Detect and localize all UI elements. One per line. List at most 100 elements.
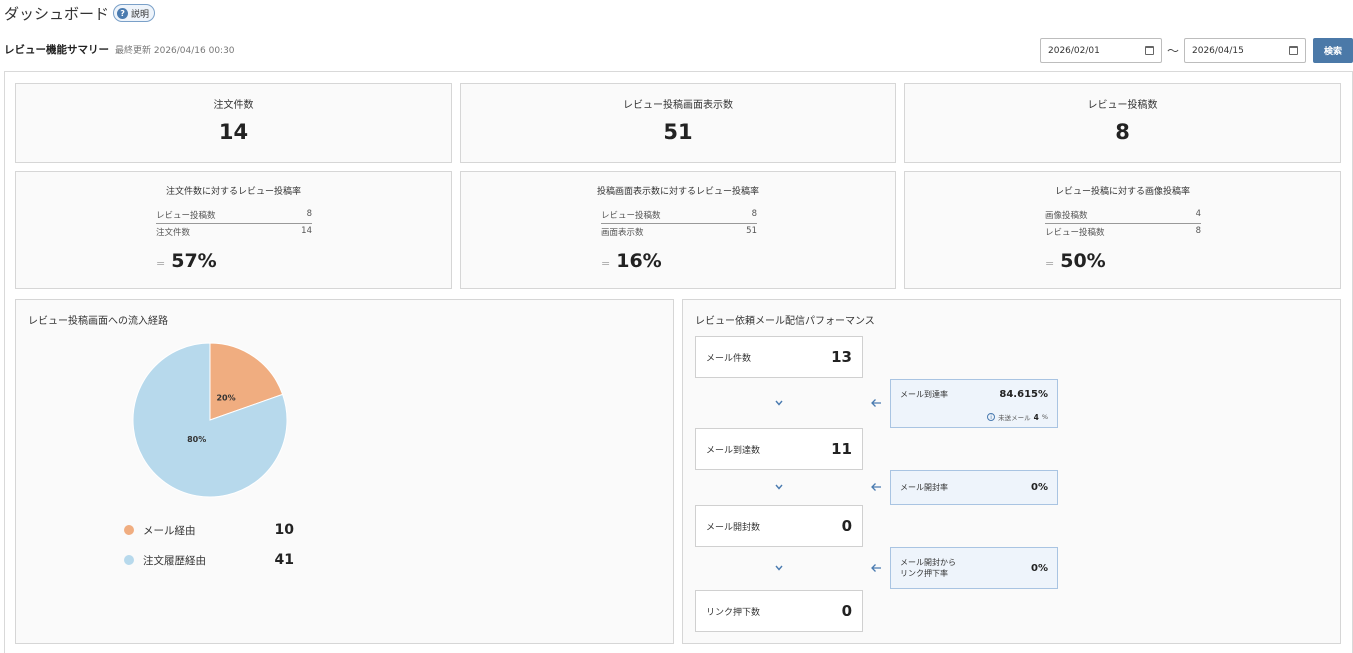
calendar-icon[interactable] (1289, 46, 1298, 55)
rate-percent: 57% (171, 250, 217, 272)
numerator-value: 4 (1195, 209, 1201, 219)
panel-title: レビュー依頼メール配信パフォーマンス (695, 316, 875, 327)
legend-dot (124, 525, 134, 535)
rate-denominator: 注文件数 14 (156, 226, 312, 238)
stat-label: レビュー投稿数 (1087, 100, 1158, 111)
denominator-label: 画面表示数 (601, 228, 644, 238)
legend-dot (124, 555, 134, 565)
unsent-mail-info: i 未送メール 4 % (987, 412, 1048, 422)
rate-percent: 16% (616, 250, 662, 272)
info-icon[interactable]: i (987, 413, 996, 421)
arrow-left-icon (871, 483, 881, 491)
denominator-value: 51 (746, 226, 757, 236)
open-rate-box: メール開封率 0% (890, 470, 1058, 505)
flow-value: 11 (831, 440, 852, 458)
unsent-label: 未送メール (998, 414, 1031, 422)
page-title: ダッシュボード (4, 4, 110, 23)
numerator-label: レビュー投稿数 (601, 211, 661, 221)
flow-label: メール開封数 (706, 522, 761, 533)
panel-title: レビュー投稿画面への流入経路 (28, 316, 168, 327)
traffic-pie-chart: 20% 80% (132, 342, 288, 498)
rate-value: 0% (1031, 562, 1048, 574)
rate-label-line2: リンク押下率 (900, 569, 948, 578)
mail-count-box: メール件数 13 (695, 336, 863, 378)
rate-result: = 50% (1045, 250, 1106, 272)
flow-label: メール到達数 (706, 445, 761, 456)
pie-slice-label: 80% (187, 435, 206, 444)
legend-item-mail: メール経由 10 (124, 522, 294, 538)
rate-label-line1: メール開封から (900, 558, 956, 567)
delivered-count-box: メール到達数 11 (695, 428, 863, 470)
stat-card-orders: 注文件数 14 (15, 83, 452, 163)
rate-card-orders: 注文件数に対するレビュー投稿率 レビュー投稿数 8 注文件数 14 = 57% (15, 171, 452, 289)
rate-result: = 57% (156, 250, 217, 272)
opened-count-box: メール開封数 0 (695, 505, 863, 547)
rate-title: レビュー投稿に対する画像投稿率 (1054, 187, 1190, 197)
flow-value: 13 (831, 348, 852, 366)
arrow-left-icon (871, 399, 881, 407)
flow-label: リンク押下数 (706, 607, 761, 618)
numerator-value: 8 (751, 209, 757, 219)
arrow-left-icon (871, 564, 881, 572)
search-button[interactable]: 検索 (1313, 38, 1353, 63)
stat-label: 注文件数 (213, 100, 254, 111)
delivery-rate-box: メール到達率 84.615% i 未送メール 4 % (890, 379, 1058, 428)
help-button[interactable]: ? 説明 (113, 4, 156, 22)
flow-value: 0 (841, 602, 852, 620)
rate-value: 0% (1031, 482, 1048, 493)
legend-label: 注文履歴経由 (143, 554, 206, 567)
help-label: 説明 (131, 9, 150, 20)
page-header: ダッシュボード ? 説明 (4, 2, 156, 24)
rate-numerator: 画像投稿数 4 (1045, 209, 1201, 224)
end-date-input[interactable]: 2026/04/15 (1184, 38, 1306, 63)
date-range-separator: 〜 (1167, 44, 1180, 58)
rate-card-views: 投稿画面表示数に対するレビュー投稿率 レビュー投稿数 8 画面表示数 51 = … (460, 171, 896, 289)
unsent-unit: % (1041, 413, 1048, 421)
legend-value: 10 (274, 522, 294, 538)
equals-sign: = (1045, 257, 1055, 270)
chevron-down-icon (775, 400, 783, 406)
link-click-count-box: リンク押下数 0 (695, 590, 863, 632)
rate-label: メール開封率 (900, 483, 948, 492)
denominator-label: 注文件数 (156, 228, 191, 238)
rate-percent: 50% (1060, 250, 1106, 272)
denominator-label: レビュー投稿数 (1045, 228, 1105, 238)
rate-title: 投稿画面表示数に対するレビュー投稿率 (596, 187, 759, 197)
rate-denominator: レビュー投稿数 8 (1045, 226, 1201, 238)
legend-value: 41 (274, 552, 294, 568)
end-date-value: 2026/04/15 (1192, 45, 1244, 56)
summary-header: レビュー機能サマリー 最終更新 2026/04/16 00:30 (4, 42, 235, 57)
start-date-input[interactable]: 2026/02/01 (1040, 38, 1162, 63)
stat-value: 14 (218, 120, 249, 144)
calendar-icon[interactable] (1145, 46, 1154, 55)
rate-card-images: レビュー投稿に対する画像投稿率 画像投稿数 4 レビュー投稿数 8 = 50% (904, 171, 1341, 289)
legend-label: メール経由 (143, 524, 196, 537)
pie-slice-label: 20% (216, 393, 235, 402)
stat-value: 8 (1115, 120, 1130, 144)
numerator-label: 画像投稿数 (1045, 211, 1088, 221)
rate-title: 注文件数に対するレビュー投稿率 (165, 187, 301, 197)
last-updated: 最終更新 2026/04/16 00:30 (115, 46, 235, 56)
summary-title: レビュー機能サマリー (4, 44, 109, 56)
stat-label: レビュー投稿画面表示数 (623, 100, 733, 111)
rate-label: メール開封から リンク押下率 (900, 557, 956, 579)
legend-item-history: 注文履歴経由 41 (124, 552, 294, 568)
numerator-label: レビュー投稿数 (156, 211, 216, 221)
traffic-source-panel: レビュー投稿画面への流入経路 20% 80% メール経由 10 注文履歴経由 41 (15, 299, 674, 644)
equals-sign: = (601, 257, 611, 270)
rate-result: = 16% (601, 250, 662, 272)
flow-label: メール件数 (706, 353, 752, 364)
rate-label: メール到達率 (900, 390, 948, 399)
stat-card-views: レビュー投稿画面表示数 51 (460, 83, 896, 163)
unsent-value: 4 (1033, 412, 1039, 422)
flow-value: 0 (841, 517, 852, 535)
rate-value: 84.615% (999, 389, 1048, 400)
stat-value: 51 (663, 120, 693, 144)
stat-card-reviews: レビュー投稿数 8 (904, 83, 1341, 163)
denominator-value: 14 (301, 226, 312, 236)
dashboard-frame: 注文件数 14 レビュー投稿画面表示数 51 レビュー投稿数 8 注文件数に対す… (4, 71, 1353, 653)
chevron-down-icon (775, 565, 783, 571)
rate-numerator: レビュー投稿数 8 (601, 209, 757, 224)
equals-sign: = (156, 257, 166, 270)
start-date-value: 2026/02/01 (1048, 45, 1100, 56)
